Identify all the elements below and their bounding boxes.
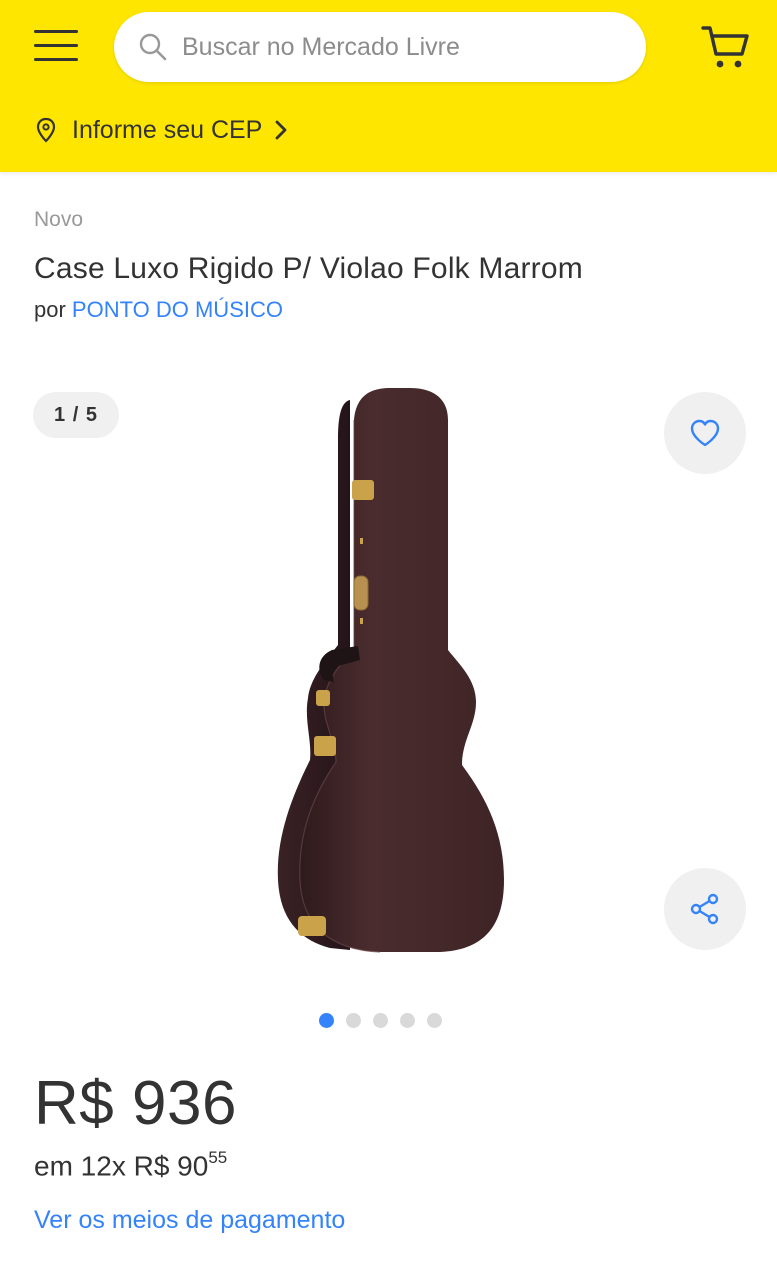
gallery-pagination xyxy=(319,1013,442,1028)
payment-methods-link[interactable]: Ver os meios de pagamento xyxy=(34,1206,345,1235)
product-price: R$ 936 xyxy=(34,1069,237,1138)
seller-line: por PONTO DO MÚSICO xyxy=(34,297,283,323)
heart-icon xyxy=(690,419,720,447)
gallery-dot[interactable] xyxy=(427,1013,442,1028)
seller-link[interactable]: PONTO DO MÚSICO xyxy=(72,297,283,322)
gallery-counter: 1 / 5 xyxy=(33,392,119,438)
product-title: Case Luxo Rigido P/ Violao Folk Marrom xyxy=(34,252,583,285)
gallery-dot[interactable] xyxy=(373,1013,388,1028)
installments-cents: 55 xyxy=(208,1148,228,1167)
share-button[interactable] xyxy=(664,868,746,950)
installments-text: em 12x R$ 9055 xyxy=(34,1148,228,1182)
share-icon xyxy=(690,893,719,925)
product-image[interactable] xyxy=(240,380,540,960)
favorite-button[interactable] xyxy=(664,392,746,474)
menu-line xyxy=(34,30,78,33)
menu-line xyxy=(34,44,78,47)
location-pin-icon xyxy=(36,117,56,143)
installments-amount: em 12x R$ 90 xyxy=(34,1150,209,1182)
cart-icon[interactable] xyxy=(700,22,752,72)
search-icon xyxy=(139,33,167,61)
seller-prefix: por xyxy=(34,297,66,322)
product-condition: Novo xyxy=(34,208,84,231)
menu-line xyxy=(34,58,78,61)
gallery-dot[interactable] xyxy=(400,1013,415,1028)
hamburger-menu-icon[interactable] xyxy=(34,28,80,64)
chevron-right-icon xyxy=(275,120,287,140)
cep-label: Informe seu CEP xyxy=(72,115,263,144)
cep-link[interactable]: Informe seu CEP xyxy=(36,110,288,150)
header-bar: Informe seu CEP xyxy=(0,0,777,172)
gallery-dot[interactable] xyxy=(319,1013,334,1028)
gallery-dot[interactable] xyxy=(346,1013,361,1028)
search-bar[interactable] xyxy=(114,12,646,82)
search-input[interactable] xyxy=(182,32,622,62)
